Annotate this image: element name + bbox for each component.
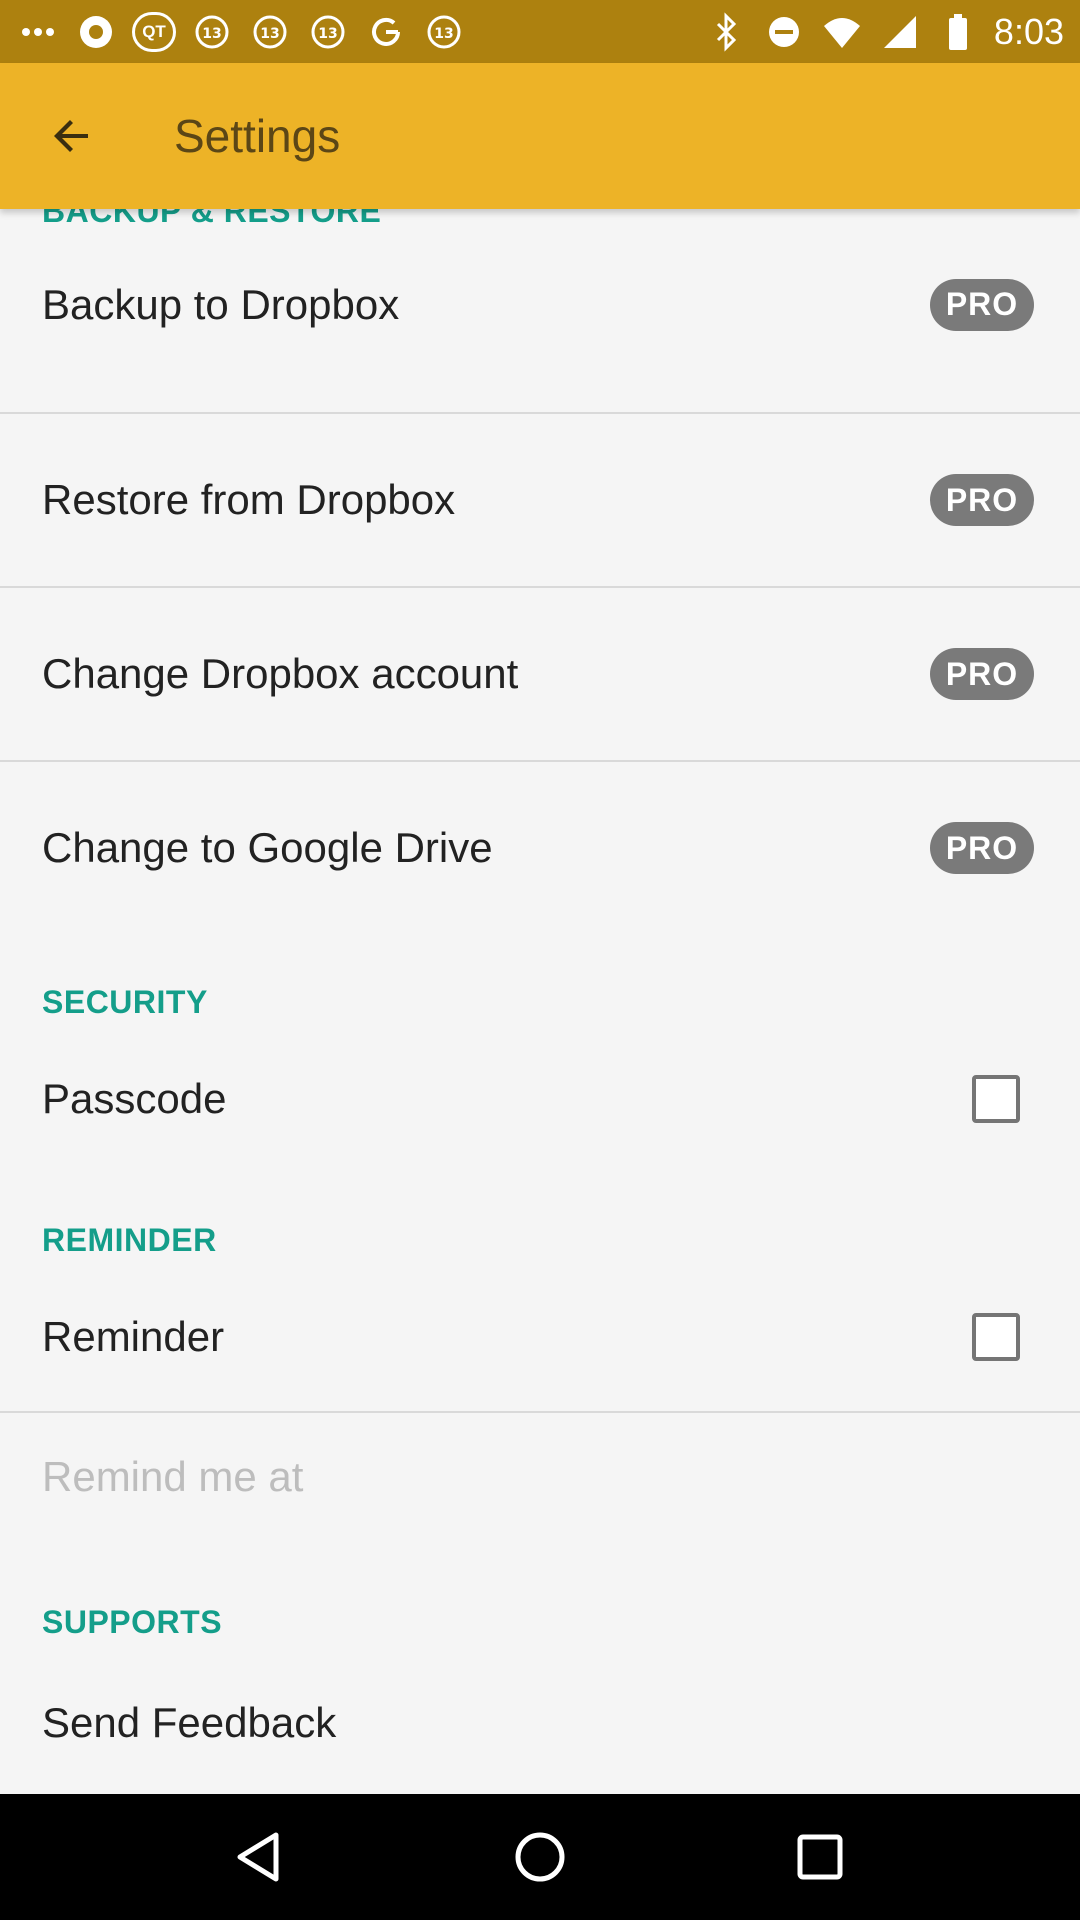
section-header-reminder: REMINDER [42, 1222, 217, 1258]
setting-change-to-google-drive[interactable]: Change to Google Drive PRO [0, 762, 1080, 934]
setting-label: Reminder [42, 1313, 225, 1360]
setting-label: Remind me at [42, 1453, 304, 1500]
passcode-checkbox[interactable] [972, 1075, 1020, 1123]
setting-label: Send Feedback [42, 1699, 337, 1746]
arrow-back-icon [54, 120, 88, 152]
setting-label: Restore from Dropbox [42, 476, 456, 523]
abc13-icon: 13 [190, 12, 234, 52]
nav-recents-button[interactable] [775, 1812, 865, 1902]
navigation-bar [0, 1794, 1080, 1920]
battery-icon [936, 12, 980, 52]
back-button[interactable] [22, 86, 122, 186]
setting-label: Change to Google Drive [42, 824, 493, 871]
dots-icon [16, 12, 60, 52]
setting-passcode[interactable]: Passcode [0, 1039, 1080, 1159]
phone-app-icon [74, 12, 118, 52]
pro-badge: PRO [930, 278, 1034, 331]
setting-label: Change Dropbox account [42, 650, 519, 697]
dnd-icon [762, 12, 806, 52]
pro-badge: PRO [930, 822, 1034, 874]
setting-remind-me-at[interactable]: Remind me at [0, 1413, 1080, 1541]
abc13-icon: 13 [248, 12, 292, 52]
status-bar-system: 8:03 [704, 11, 1064, 53]
pro-badge: PRO [930, 648, 1034, 700]
svg-text:13: 13 [434, 26, 453, 42]
setting-reminder[interactable]: Reminder [0, 1277, 1080, 1397]
svg-text:13: 13 [260, 26, 279, 42]
setting-restore-from-dropbox[interactable]: Restore from Dropbox PRO [0, 414, 1080, 586]
abc13-icon: 13 [422, 12, 466, 52]
svg-text:13: 13 [318, 26, 337, 42]
section-header-supports: SUPPORTS [42, 1604, 223, 1640]
triangle-back-icon [237, 1832, 279, 1882]
nav-home-button[interactable] [495, 1812, 585, 1902]
reminder-checkbox[interactable] [972, 1313, 1020, 1361]
qt-icon: QT [132, 11, 176, 52]
section-header-security: SECURITY [42, 984, 208, 1020]
status-bar-notifications: QT 13 13 13 13 [16, 11, 466, 52]
wifi-icon [820, 12, 864, 52]
setting-label: Backup to Dropbox [42, 280, 400, 328]
bluetooth-icon [704, 11, 748, 52]
abc13-icon: 13 [306, 12, 350, 52]
settings-list[interactable]: BACKUP & RESTORE Backup to Dropbox PRO R… [0, 209, 1080, 1794]
setting-label: Passcode [42, 1075, 227, 1122]
nav-back-button[interactable] [215, 1812, 305, 1902]
status-time: 8:03 [993, 10, 1064, 52]
square-recents-icon [797, 1834, 843, 1880]
signal-icon [878, 12, 922, 52]
circle-home-icon [515, 1832, 565, 1882]
status-bar: QT 13 13 13 13 8:03 [0, 0, 1080, 63]
app-bar: Settings [0, 63, 1080, 209]
setting-send-feedback[interactable]: Send Feedback [0, 1659, 1080, 1787]
pro-badge: PRO [930, 474, 1034, 526]
setting-change-dropbox-account[interactable]: Change Dropbox account PRO [0, 588, 1080, 760]
setting-backup-to-dropbox[interactable]: Backup to Dropbox PRO [0, 227, 1080, 382]
svg-text:13: 13 [202, 26, 221, 42]
page-title: Settings [174, 110, 341, 162]
google-g-icon [364, 12, 408, 52]
